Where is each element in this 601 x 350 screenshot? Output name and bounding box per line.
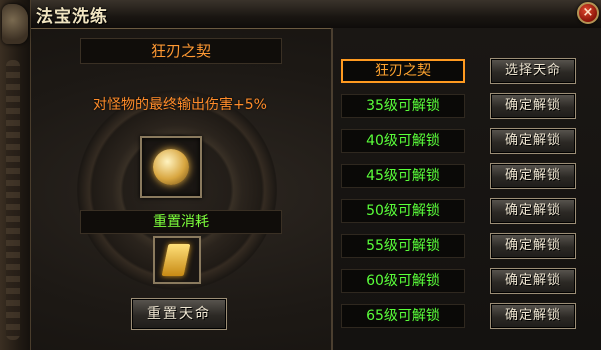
destiny-slot-1[interactable]: 狂刃之契 xyxy=(341,59,465,83)
yinyang-treasure-icon xyxy=(153,149,189,185)
right-panel: 狂刃之契 选择天命 35级可解锁 确定解锁 40级可解锁 确定解锁 45级可解锁… xyxy=(333,28,601,350)
destiny-slot-6: 55级可解锁 xyxy=(341,234,465,258)
reset-cost-label: 重置消耗 xyxy=(80,210,282,234)
dragon-frame-decoration xyxy=(0,0,31,350)
destiny-slot-4: 45级可解锁 xyxy=(341,164,465,188)
title-bar[interactable]: 法宝洗练 xyxy=(0,0,601,29)
unlock-button-55[interactable]: 确定解锁 xyxy=(490,233,576,259)
left-panel: 狂刃之契 对怪物的最终输出伤害+5% 重置消耗 重置天命 xyxy=(30,28,330,350)
destiny-slot-8: 65级可解锁 xyxy=(341,304,465,328)
effect-description: 对怪物的最终输出伤害+5% xyxy=(93,97,267,113)
cost-item-slot[interactable] xyxy=(153,236,201,284)
destiny-slot-3: 40级可解锁 xyxy=(341,129,465,153)
reset-destiny-button[interactable]: 重置天命 xyxy=(131,298,227,330)
window-title: 法宝洗练 xyxy=(36,7,108,27)
dragon-head-icon xyxy=(2,4,28,44)
treasure-name-bar: 狂刃之契 xyxy=(80,38,282,64)
talisman-item-icon xyxy=(161,244,191,276)
unlock-button-35[interactable]: 确定解锁 xyxy=(490,93,576,119)
unlock-button-40[interactable]: 确定解锁 xyxy=(490,128,576,154)
dragon-spine-decoration xyxy=(6,60,20,340)
treasure-refine-window: 法宝洗练 × 狂刃之契 对怪物的最终输出伤害+5% 重置消耗 重置天命 狂刃之契… xyxy=(0,0,601,350)
unlock-button-50[interactable]: 确定解锁 xyxy=(490,198,576,224)
destiny-slot-2: 35级可解锁 xyxy=(341,94,465,118)
treasure-item-slot[interactable] xyxy=(140,136,202,198)
destiny-slot-7: 60级可解锁 xyxy=(341,269,465,293)
close-icon[interactable]: × xyxy=(577,2,599,24)
choose-destiny-button[interactable]: 选择天命 xyxy=(490,58,576,84)
unlock-button-45[interactable]: 确定解锁 xyxy=(490,163,576,189)
unlock-button-60[interactable]: 确定解锁 xyxy=(490,268,576,294)
unlock-button-65[interactable]: 确定解锁 xyxy=(490,303,576,329)
destiny-slot-5: 50级可解锁 xyxy=(341,199,465,223)
